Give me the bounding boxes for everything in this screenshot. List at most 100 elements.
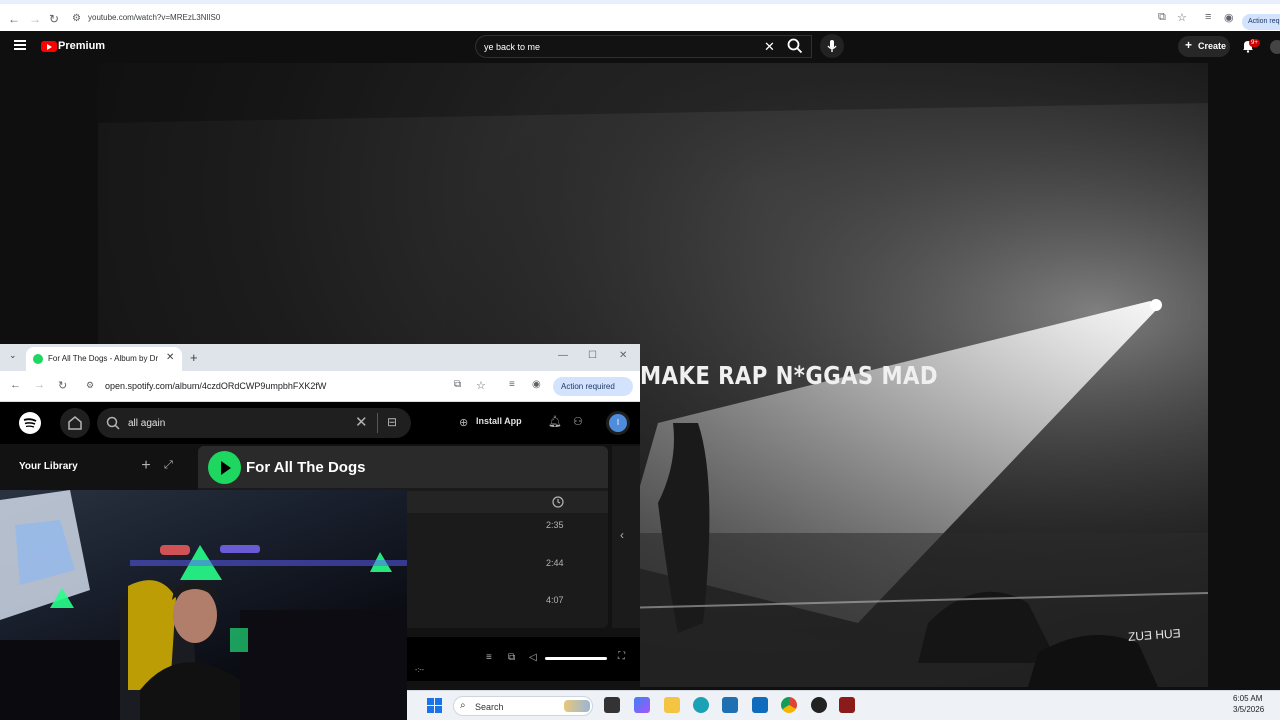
voicemeeter-icon[interactable] [839,697,855,713]
spotify-favicon-icon [33,354,43,364]
notification-badge: 9+ [1249,39,1260,47]
track-duration: 2:35 [546,520,564,530]
clear-search-icon[interactable]: ✕ [355,413,368,431]
home-button[interactable] [60,408,90,438]
queue-icon[interactable]: ≡ [486,652,492,663]
voice-search-button[interactable] [820,34,844,58]
minimize-icon[interactable]: — [558,350,568,361]
taskbar-search[interactable]: ⌕ Search [453,696,593,716]
create-label: Create [1198,41,1227,51]
outlook-icon[interactable] [752,697,768,713]
back-icon[interactable]: ← [8,12,20,26]
menu-icon[interactable] [14,40,26,50]
fullscreen-icon[interactable]: ⛶ [618,651,625,662]
copilot-icon[interactable] [634,697,650,713]
reload-icon[interactable]: ↻ [49,12,59,26]
tab-search-chevron-icon[interactable]: ⌄ [9,350,17,361]
player-bar: -:-- ≡ ⧉ ◁ ⛶ [407,637,640,681]
chrome-icon[interactable] [781,697,797,713]
spotify-search-box[interactable]: all again ✕ ⊟ [97,408,411,438]
youtube-premium-label: Premium [58,40,106,52]
install-app-button[interactable]: Install App [476,416,522,426]
download-icon: ⊕ [459,417,469,429]
album-title: For All The Dogs [246,459,366,476]
site-info-icon[interactable]: ⚙ [72,13,81,24]
forward-icon[interactable]: → [34,379,45,391]
connect-device-icon[interactable]: ⧉ [508,652,515,663]
search-icon: ⌕ [460,700,466,711]
site-info-icon[interactable]: ⚙ [86,380,94,391]
webcam-overlay [0,490,407,720]
media-control-icon[interactable]: ≡ [509,379,515,390]
friend-activity-icon[interactable]: ⚇ [573,415,583,428]
search-divider [377,413,378,433]
video-letterbox-right [1208,63,1280,687]
install-icon[interactable]: ⧉ [1158,11,1166,24]
forward-icon[interactable]: → [29,12,41,26]
volume-icon[interactable]: ◁ [529,652,537,663]
install-icon[interactable]: ⧉ [454,379,461,390]
webcam-scene [0,490,407,720]
browse-icon[interactable]: ⊟ [387,415,397,429]
close-window-icon[interactable]: ✕ [619,350,627,361]
youtube-logo-icon[interactable] [41,41,57,52]
back-icon[interactable]: ← [10,379,21,391]
microphone-icon [827,40,837,52]
create-button[interactable]: + Create [1178,36,1230,57]
action-required-button[interactable]: Action required [553,377,633,396]
search-input[interactable]: all again [128,418,165,429]
library-title[interactable]: Your Library [19,461,78,472]
search-box[interactable]: ye back to me ✕ [475,35,812,58]
expand-sidebar-chevron-icon[interactable]: ‹ [620,528,624,542]
volume-slider[interactable] [545,657,607,660]
tab-close-icon[interactable]: ✕ [166,352,174,363]
create-playlist-icon[interactable]: + [135,456,157,478]
spotify-top-bar: all again ✕ ⊟ ⊕ Install App 🔔︎ ⚇ I [0,402,640,444]
clear-search-icon[interactable]: ✕ [764,39,775,55]
album-sticky-header: For All The Dogs [198,446,608,488]
maximize-icon[interactable]: ☐ [588,350,597,361]
reload-icon[interactable]: ↻ [58,379,67,392]
search-icon [106,416,120,430]
search-input[interactable]: ye back to me [484,42,540,52]
search-highlight-icon [564,700,590,712]
playback-time: -:-- [415,667,424,674]
bookmark-star-icon[interactable]: ☆ [476,379,486,392]
obs-icon[interactable] [811,697,827,713]
spotify-address-toolbar: ← → ↻ ⚙ open.spotify.com/album/4czdORdCW… [0,371,640,402]
task-view-icon[interactable] [604,697,620,713]
expand-library-icon[interactable]: ⤢ [164,459,173,472]
address-bar[interactable]: open.spotify.com/album/4czdORdCWP9umpbhF… [105,381,326,391]
media-control-icon[interactable]: ≡ [1205,11,1211,23]
file-explorer-icon[interactable] [664,697,680,713]
user-avatar[interactable]: I [606,411,630,435]
new-tab-icon[interactable]: + [190,350,198,365]
track-duration: 4:07 [546,595,564,605]
clock-time[interactable]: 6:05 AM [1233,694,1262,703]
youtube-header: Premium ye back to me ✕ + Create 9+ [0,31,1280,63]
account-avatar[interactable] [1270,40,1280,54]
address-bar[interactable]: youtube.com/watch?v=MREzL3NIlS0 [88,13,220,22]
windows-taskbar: ⌕ Search 6:05 AM 3/5/2026 [407,690,1280,720]
plus-icon: + [1185,38,1193,52]
browser-toolbar: ← → ↻ ⚙ youtube.com/watch?v=MREzL3NIlS0 … [0,0,1280,31]
spotify-logo-icon[interactable] [19,412,41,434]
home-icon [68,416,82,430]
store-icon[interactable] [722,697,738,713]
taskbar-search-placeholder: Search [475,702,504,712]
edge-icon[interactable] [693,697,709,713]
library-panel: Your Library + ⤢ [7,446,192,491]
track-duration: 2:44 [546,558,564,568]
search-icon[interactable] [786,37,804,55]
action-required-button[interactable]: Action requir [1242,14,1280,30]
profile-icon[interactable]: ◉ [1224,11,1234,24]
clock-date[interactable]: 3/5/2026 [1233,705,1264,714]
play-button[interactable] [208,451,241,484]
tab-title: For All The Dogs - Album by Dr [48,354,159,363]
windows-start-icon[interactable] [427,698,442,713]
right-sidebar-collapsed: ‹ [612,446,640,628]
tab-spotify[interactable]: For All The Dogs - Album by Dr ✕ [26,347,182,371]
profile-icon[interactable]: ◉ [532,379,541,390]
bookmark-star-icon[interactable]: ☆ [1177,11,1187,24]
notifications-bell-icon[interactable]: 🔔︎ [548,415,562,428]
